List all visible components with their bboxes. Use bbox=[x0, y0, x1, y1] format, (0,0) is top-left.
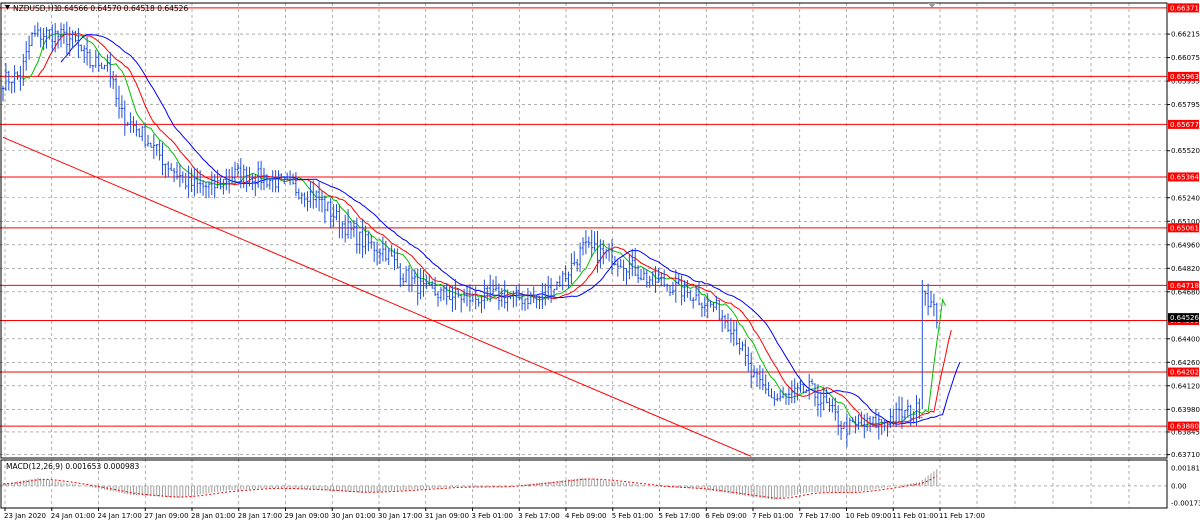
symbol-label: NZDUSD,H1 bbox=[13, 4, 59, 13]
y-tick-label: 0.64260 bbox=[1171, 359, 1200, 367]
level-tag-label: 0.64718 bbox=[1170, 282, 1199, 290]
x-tick-label: 11 Feb 17:00 bbox=[939, 512, 985, 520]
level-tag-label: 0.65061 bbox=[1170, 224, 1199, 232]
level-tag-label: 0.64202 bbox=[1170, 369, 1199, 377]
x-tick-label: 6 Feb 09:00 bbox=[705, 512, 746, 520]
macd-y-tick-label: 0.00 bbox=[1171, 482, 1187, 490]
x-tick-label: 5 Feb 01:00 bbox=[612, 512, 653, 520]
x-tick-label: 7 Feb 17:00 bbox=[799, 512, 840, 520]
x-tick-label: 30 Jan 17:00 bbox=[378, 512, 422, 520]
x-tick-label: 28 Jan 01:00 bbox=[191, 512, 235, 520]
current-price-label: 0.64526 bbox=[1170, 314, 1199, 322]
x-tick-label: 29 Jan 09:00 bbox=[285, 512, 329, 520]
x-tick-label: 11 Feb 01:00 bbox=[892, 512, 938, 520]
y-tick-label: 0.65240 bbox=[1171, 194, 1200, 202]
level-tag-label: 0.65364 bbox=[1170, 173, 1199, 181]
x-tick-label: 24 Jan 01:00 bbox=[51, 512, 95, 520]
y-tick-label: 0.64120 bbox=[1171, 382, 1200, 390]
x-tick-label: 7 Feb 01:00 bbox=[752, 512, 793, 520]
macd-y-tick-label: -0.001732 bbox=[1171, 500, 1200, 508]
level-tag-label: 0.65677 bbox=[1170, 121, 1199, 129]
x-tick-label: 23 Jan 2020 bbox=[4, 512, 46, 520]
x-tick-label: 24 Jan 17:00 bbox=[98, 512, 142, 520]
x-tick-label: 30 Jan 01:00 bbox=[331, 512, 375, 520]
x-tick-label: 28 Jan 17:00 bbox=[238, 512, 282, 520]
x-tick-label: 31 Jan 09:00 bbox=[425, 512, 469, 520]
y-tick-label: 0.66075 bbox=[1171, 54, 1200, 62]
x-tick-label: 4 Feb 09:00 bbox=[565, 512, 606, 520]
macd-title: MACD(12,26,9) 0.001653 0.000983 bbox=[6, 462, 140, 471]
y-tick-label: 0.65520 bbox=[1171, 147, 1200, 155]
y-tick-label: 0.63980 bbox=[1171, 406, 1200, 414]
x-tick-label: 3 Feb 17:00 bbox=[518, 512, 559, 520]
macd-y-tick-label: 0.001814 bbox=[1171, 464, 1200, 472]
x-tick-label: 3 Feb 01:00 bbox=[472, 512, 513, 520]
ohlc-readout: 0.64566 0.64570 0.64518 0.64526 bbox=[57, 4, 188, 13]
y-tick-label: 0.64400 bbox=[1171, 335, 1200, 343]
y-tick-label: 0.63710 bbox=[1171, 451, 1200, 459]
y-tick-label: 0.64960 bbox=[1171, 241, 1200, 249]
x-tick-label: 5 Feb 17:00 bbox=[659, 512, 700, 520]
level-tag-label: 0.63880 bbox=[1170, 423, 1199, 431]
chart-window: 0.66215 0.66075 0.65935 0.65795 0.65520 0.652… bbox=[0, 0, 1200, 524]
x-tick-label: 27 Jan 09:00 bbox=[144, 512, 188, 520]
price-chart[interactable]: 0.662150.660750.659350.657950.655200.652… bbox=[0, 0, 1200, 524]
level-tag-label: 0.66371 bbox=[1170, 4, 1199, 12]
x-tick-label: 10 Feb 09:00 bbox=[846, 512, 892, 520]
y-tick-label: 0.64820 bbox=[1171, 265, 1200, 273]
level-tag-label: 0.65963 bbox=[1170, 73, 1199, 81]
y-tick-label: 0.66215 bbox=[1171, 31, 1200, 39]
y-tick-label: 0.65795 bbox=[1171, 101, 1200, 109]
